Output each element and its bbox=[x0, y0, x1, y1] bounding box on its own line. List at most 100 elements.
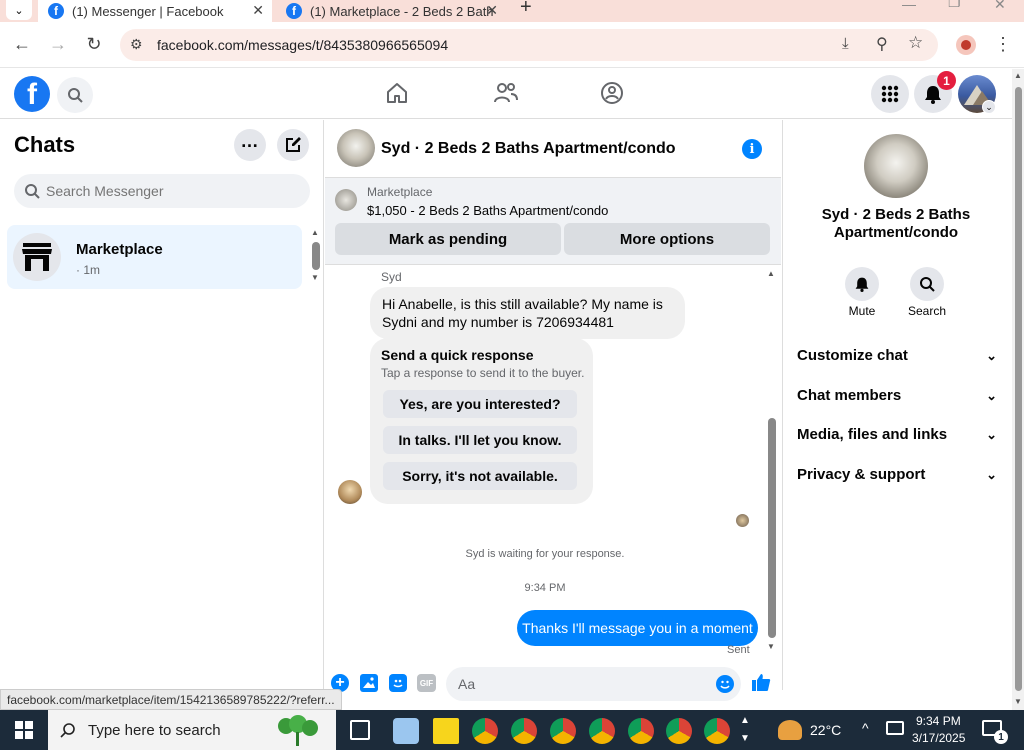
back-button[interactable]: ← bbox=[10, 32, 34, 56]
messenger-search[interactable] bbox=[14, 174, 310, 208]
bookmark-star-icon[interactable]: ☆ bbox=[908, 33, 923, 53]
sticky-notes-icon[interactable] bbox=[433, 718, 459, 744]
account-chevron-icon[interactable]: ⌄ bbox=[982, 100, 996, 114]
chats-scroll-down-icon[interactable]: ▼ bbox=[311, 273, 319, 282]
listing-title[interactable]: $1,050 - 2 Beds 2 Baths Apartment/condo bbox=[367, 203, 608, 218]
task-view-icon[interactable] bbox=[350, 720, 370, 740]
chrome-icon[interactable] bbox=[511, 718, 537, 744]
more-dots-icon: … bbox=[240, 130, 260, 151]
page-scrollbar-thumb[interactable] bbox=[1015, 87, 1022, 691]
start-button[interactable] bbox=[0, 710, 48, 750]
home-icon bbox=[387, 83, 407, 103]
mute-button[interactable] bbox=[845, 267, 879, 301]
message-composer: + GIF Aa bbox=[325, 664, 781, 704]
snipping-tool-icon[interactable] bbox=[393, 718, 419, 744]
tab-search-button[interactable]: ⌄ bbox=[6, 0, 32, 20]
weather-icon[interactable] bbox=[778, 720, 802, 740]
photo-button[interactable] bbox=[360, 674, 378, 692]
temperature[interactable]: 22°C bbox=[810, 722, 841, 738]
conversation-title[interactable]: Syd · 2 Beds 2 Baths Apartment/condo bbox=[381, 140, 676, 158]
address-bar[interactable]: ⚙ facebook.com/messages/t/84353809665650… bbox=[120, 29, 938, 61]
info-button[interactable]: i bbox=[742, 139, 762, 159]
messages-scroll-down-icon[interactable]: ▼ bbox=[767, 642, 775, 651]
messages-scrollbar-thumb[interactable] bbox=[768, 418, 776, 638]
restore-button[interactable]: ❐ bbox=[948, 0, 961, 11]
emoji-button[interactable] bbox=[716, 675, 734, 693]
quick-response-option[interactable]: Sorry, it's not available. bbox=[383, 462, 577, 490]
outgoing-message[interactable]: Thanks I'll message you in a moment bbox=[517, 610, 758, 646]
close-icon[interactable]: ✕ bbox=[486, 2, 498, 19]
close-icon[interactable]: ✕ bbox=[252, 2, 264, 19]
search-button[interactable] bbox=[57, 77, 93, 113]
sticker-button[interactable] bbox=[389, 674, 407, 692]
menu-button[interactable] bbox=[871, 75, 909, 113]
chrome-icon[interactable] bbox=[550, 718, 576, 744]
profile-photo[interactable] bbox=[864, 134, 928, 198]
page-scrollbar[interactable]: ▲ ▼ bbox=[1012, 69, 1024, 710]
quick-response-option[interactable]: Yes, are you interested? bbox=[383, 390, 577, 418]
reload-button[interactable]: ↻ bbox=[82, 32, 106, 56]
install-app-icon[interactable]: ⤓ bbox=[842, 35, 849, 52]
forward-button[interactable]: → bbox=[46, 32, 70, 56]
profile-icon[interactable] bbox=[956, 35, 976, 55]
chrome-icon[interactable] bbox=[704, 718, 730, 744]
quick-response-option[interactable]: In talks. I'll let you know. bbox=[383, 426, 577, 454]
more-options-button[interactable]: More options bbox=[564, 223, 770, 255]
incoming-message[interactable]: Hi Anabelle, is this still available? My… bbox=[370, 287, 685, 339]
browser-menu-icon[interactable]: ⋮ bbox=[994, 34, 1012, 55]
message-input[interactable]: Aa bbox=[446, 667, 741, 701]
chats-scroll-up-icon[interactable]: ▲ bbox=[311, 228, 319, 237]
taskbar-search[interactable]: Type here to search bbox=[48, 710, 336, 750]
groups-nav[interactable] bbox=[600, 81, 624, 110]
media-files-links-section[interactable]: Media, files and links ⌄ bbox=[797, 426, 997, 443]
conversation-header: Syd · 2 Beds 2 Baths Apartment/condo i bbox=[325, 120, 781, 178]
chevron-down-icon: ⌄ bbox=[14, 4, 24, 17]
listing-avatar[interactable] bbox=[337, 129, 375, 167]
page-scroll-up-icon[interactable]: ▲ bbox=[1014, 71, 1022, 80]
message-timestamp: 9:34 PM bbox=[524, 582, 566, 594]
network-icon[interactable] bbox=[886, 721, 904, 735]
chrome-icon[interactable] bbox=[589, 718, 615, 744]
sticker-icon bbox=[393, 679, 403, 688]
search-conversation-button[interactable] bbox=[910, 267, 944, 301]
messages-scroll-up-icon[interactable]: ▲ bbox=[767, 269, 775, 278]
emoji-icon bbox=[720, 680, 730, 689]
tab-marketplace[interactable]: f (1) Marketplace - 2 Beds 2 Bath ✕ bbox=[276, 0, 508, 22]
chat-options-button[interactable]: … bbox=[234, 129, 266, 161]
site-info-icon[interactable]: ⚙ bbox=[130, 36, 143, 53]
listing-thumbnail[interactable] bbox=[335, 189, 357, 211]
page-scroll-down-icon[interactable]: ▼ bbox=[1014, 697, 1022, 706]
taskbar-scroll-arrows-icon[interactable]: ▲ ▼ bbox=[740, 712, 750, 748]
chat-members-section[interactable]: Chat members ⌄ bbox=[797, 387, 997, 404]
friends-nav[interactable] bbox=[493, 81, 519, 110]
system-tray-chevron-icon[interactable]: ^ bbox=[862, 720, 869, 736]
window-close-button[interactable]: ✕ bbox=[994, 0, 1006, 13]
search-label: Search bbox=[907, 304, 947, 318]
chevron-down-icon: ⌄ bbox=[986, 387, 997, 403]
privacy-support-section[interactable]: Privacy & support ⌄ bbox=[797, 466, 997, 483]
clock-time[interactable]: 9:34 PM bbox=[916, 714, 961, 728]
home-nav[interactable] bbox=[385, 81, 409, 110]
new-tab-button[interactable]: + bbox=[520, 0, 532, 19]
sender-avatar[interactable] bbox=[338, 480, 362, 504]
chrome-icon[interactable] bbox=[472, 718, 498, 744]
like-button[interactable] bbox=[751, 672, 771, 697]
gif-button[interactable]: GIF bbox=[417, 674, 436, 692]
quick-response-card: Send a quick response Tap a response to … bbox=[370, 338, 593, 504]
quick-response-subtitle: Tap a response to send it to the buyer. bbox=[381, 366, 585, 380]
chat-item-marketplace[interactable]: Marketplace · 1m bbox=[7, 225, 302, 289]
facebook-logo-icon[interactable]: f bbox=[14, 76, 50, 112]
customize-chat-section[interactable]: Customize chat ⌄ bbox=[797, 347, 997, 364]
search-input[interactable] bbox=[46, 174, 296, 208]
new-message-button[interactable] bbox=[277, 129, 309, 161]
chats-scrollbar-thumb[interactable] bbox=[312, 242, 320, 270]
zoom-icon[interactable]: ⚲ bbox=[876, 34, 888, 54]
clock-date[interactable]: 3/17/2025 bbox=[912, 731, 965, 745]
chrome-icon[interactable] bbox=[666, 718, 692, 744]
tab-messenger[interactable]: f (1) Messenger | Facebook ✕ bbox=[38, 0, 272, 22]
mark-pending-button[interactable]: Mark as pending bbox=[335, 223, 561, 255]
chrome-icon[interactable] bbox=[628, 718, 654, 744]
url-text[interactable]: facebook.com/messages/t/8435380966565094 bbox=[157, 37, 448, 53]
sender-name: Syd bbox=[381, 270, 402, 284]
minimize-button[interactable]: — bbox=[902, 0, 916, 12]
